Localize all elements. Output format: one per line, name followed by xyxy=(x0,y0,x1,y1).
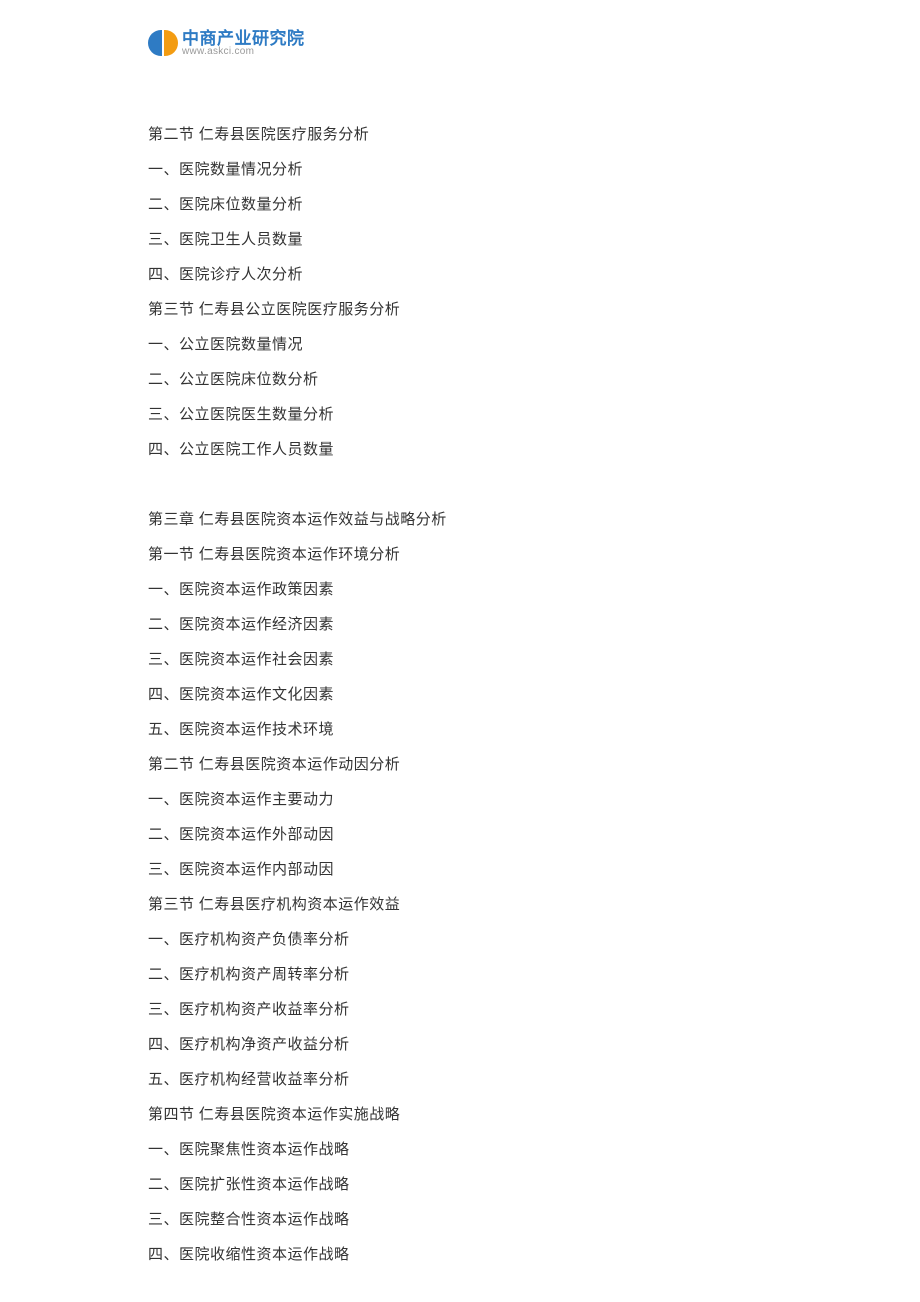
logo: 中商产业研究院 www.askci.com xyxy=(148,28,305,58)
toc-line: 四、公立医院工作人员数量 xyxy=(148,433,772,468)
logo-cn-text: 中商产业研究院 xyxy=(182,30,305,47)
toc-content: 第二节 仁寿县医院医疗服务分析 一、医院数量情况分析 二、医院床位数量分析 三、… xyxy=(148,118,772,1273)
toc-line: 一、医院资本运作主要动力 xyxy=(148,783,772,818)
logo-url-text: www.askci.com xyxy=(182,47,305,57)
toc-line: 一、医院聚焦性资本运作战略 xyxy=(148,1133,772,1168)
toc-line: 二、医院资本运作经济因素 xyxy=(148,608,772,643)
toc-line: 一、医院资本运作政策因素 xyxy=(148,573,772,608)
toc-line: 四、医院资本运作文化因素 xyxy=(148,678,772,713)
toc-line: 四、医院收缩性资本运作战略 xyxy=(148,1238,772,1273)
toc-line: 第二节 仁寿县医院医疗服务分析 xyxy=(148,118,772,153)
toc-line: 二、医院扩张性资本运作战略 xyxy=(148,1168,772,1203)
toc-line: 五、医疗机构经营收益率分析 xyxy=(148,1063,772,1098)
toc-line: 第一节 仁寿县医院资本运作环境分析 xyxy=(148,538,772,573)
toc-line: 二、医院资本运作外部动因 xyxy=(148,818,772,853)
toc-line: 四、医疗机构净资产收益分析 xyxy=(148,1028,772,1063)
toc-line: 三、医院资本运作内部动因 xyxy=(148,853,772,888)
toc-line: 三、公立医院医生数量分析 xyxy=(148,398,772,433)
toc-line: 一、公立医院数量情况 xyxy=(148,328,772,363)
toc-line: 三、医疗机构资产收益率分析 xyxy=(148,993,772,1028)
toc-line: 第三节 仁寿县公立医院医疗服务分析 xyxy=(148,293,772,328)
logo-text: 中商产业研究院 www.askci.com xyxy=(182,30,305,57)
toc-line: 第四节 仁寿县医院资本运作实施战略 xyxy=(148,1098,772,1133)
toc-line: 第二节 仁寿县医院资本运作动因分析 xyxy=(148,748,772,783)
toc-line: 第三节 仁寿县医疗机构资本运作效益 xyxy=(148,888,772,923)
toc-line: 四、医院诊疗人次分析 xyxy=(148,258,772,293)
blank-line xyxy=(148,468,772,503)
logo-icon xyxy=(148,28,178,58)
toc-line: 三、医院整合性资本运作战略 xyxy=(148,1203,772,1238)
toc-line: 第三章 仁寿县医院资本运作效益与战略分析 xyxy=(148,503,772,538)
toc-line: 二、医疗机构资产周转率分析 xyxy=(148,958,772,993)
toc-line: 二、公立医院床位数分析 xyxy=(148,363,772,398)
toc-line: 一、医院数量情况分析 xyxy=(148,153,772,188)
toc-line: 三、医院资本运作社会因素 xyxy=(148,643,772,678)
toc-line: 一、医疗机构资产负债率分析 xyxy=(148,923,772,958)
toc-line: 五、医院资本运作技术环境 xyxy=(148,713,772,748)
toc-line: 二、医院床位数量分析 xyxy=(148,188,772,223)
toc-line: 三、医院卫生人员数量 xyxy=(148,223,772,258)
